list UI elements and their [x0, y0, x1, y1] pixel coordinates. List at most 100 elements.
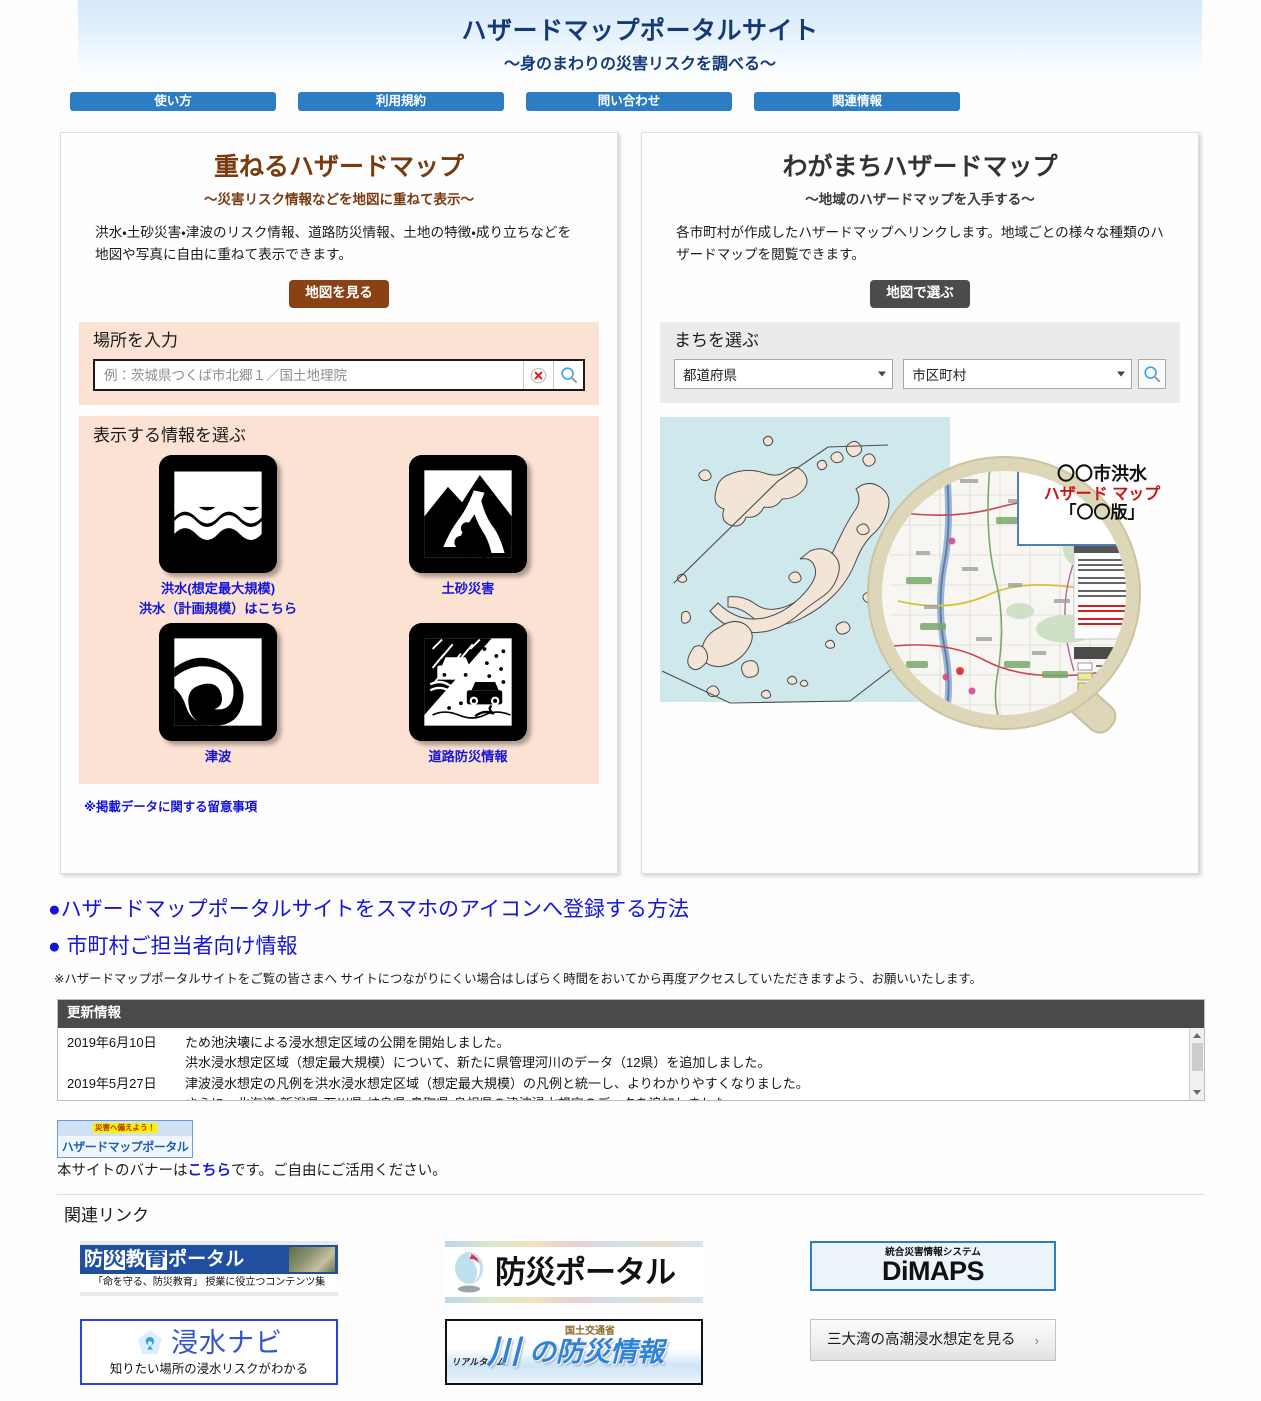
chevron-right-icon: › — [1034, 1332, 1039, 1348]
overlay-hazard-map-panel: 重ねるハザードマップ 〜災害リスク情報などを地図に重ねて表示〜 洪水・土砂災害・… — [60, 132, 618, 875]
location-search-input[interactable] — [95, 361, 523, 390]
news-text: ため池決壊による浸水想定区域の公開を開始しました。 — [185, 1034, 510, 1050]
news-date: 2019年6月10日 — [67, 1034, 157, 1050]
bousai-kyoiku-banner-main: 防 災 教 育 ポータル — [80, 1245, 338, 1275]
banner-caption-after: です。ご自由にご活用ください。 — [231, 1162, 447, 1179]
town-select-section: まちを選ぶ 都道府県 市区町村 — [660, 321, 1180, 404]
bousai-portal-main: 防災ポータル — [445, 1247, 703, 1298]
update-info-heading: 更新情報 — [58, 1000, 1204, 1028]
access-notice: ※ハザードマップポータルサイトをご覧の皆さまへ サイトにつながりにくい場合はしば… — [54, 972, 982, 987]
left-panel-description: 洪水・土砂災害・津波のリスク情報、道路防災情報、土地の特徴・成り立ちなどを地図や… — [95, 224, 572, 262]
update-info-body: 2019年6月10日 ため池決壊による浸水想定区域の公開を開始しました。 洪水浸水… — [58, 1027, 1204, 1100]
news-date: 2019年5月27日 — [67, 1075, 157, 1091]
nav-button-terms[interactable]: 利用規約 — [298, 92, 504, 112]
location-search-label: 場所を入力 — [93, 330, 178, 350]
bousai-kyoiku-banner: 防 災 教 育 ポータル 「命を守る、防災教育」 授業に役立つコンテンツ集 — [80, 1241, 338, 1296]
hazard-type-section: 表示する情報を選ぶ 洪水(想定最大規模) 洪水（計画規模）はこちら 土砂災害 津… — [79, 416, 599, 784]
main-navigation: 使い方 利用規約 問い合わせ 関連情報 — [70, 92, 1261, 112]
site-banner-area: 災害へ備えよう！ ハザードマップポータル 本サイトのバナーはこちらです。ご自由に… — [57, 1119, 1261, 1181]
bousai-portal-text: 防災ポータル — [495, 1254, 676, 1290]
map-card-line1: 〇〇市洪水 — [1057, 464, 1147, 485]
shinsui-navi-banner: 浸水ナビ 知りたい場所の浸水リスクがわかる — [80, 1319, 338, 1386]
link-smartphone-icon-howto[interactable]: ●ハザードマップポータルサイトをスマホのアイコンへ登録する方法 — [48, 894, 1261, 927]
bousai-portal-bottom-strip — [445, 1297, 703, 1304]
news-row: 2019年5月27日 津波浸水想定の凡例を洪水浸水想定区域（想定最大規模）の凡例と… — [67, 1074, 1182, 1095]
scroll-up-icon[interactable] — [1193, 1032, 1201, 1038]
page-subtitle: 〜身のまわりの災害リスクを調べる〜 — [503, 55, 776, 73]
my-town-hazard-map-panel: わがまちハザードマップ 〜地域のハザードマップを入手する〜 各市町村が作成したハ… — [641, 132, 1199, 875]
link-municipality-staff-info[interactable]: ● 市町村ご担当者向け情報 — [48, 931, 1261, 964]
scroll-down-icon[interactable] — [1193, 1089, 1201, 1095]
news-row: 2019年6月10日 ため池決壊による浸水想定区域の公開を開始しました。 — [67, 1033, 1182, 1054]
dimaps-banner: 統合災害情報システム DiMAPS — [810, 1241, 1056, 1292]
chevron-down-icon — [1116, 371, 1125, 377]
hazard-label-landslide[interactable]: 土砂災害 — [343, 579, 593, 599]
classroom-photo-icon — [289, 1247, 335, 1273]
hazard-label-road-disaster[interactable]: 道路防災情報 — [343, 747, 593, 767]
select-by-map-button[interactable]: 地図で選ぶ — [870, 279, 970, 308]
banner-top-strip: 災害へ備えよう！ — [58, 1120, 192, 1136]
bousai-portal-banner: 防災ポータル — [445, 1241, 703, 1304]
hazard-item-landslide: 土砂災害 — [343, 454, 593, 620]
tsunami-icon[interactable] — [159, 623, 277, 742]
sandaiwan-button[interactable]: 三大湾の高潮浸水想定を見る › — [810, 1319, 1056, 1362]
banner-link[interactable]: こちら — [188, 1163, 232, 1179]
location-search-wrap — [93, 359, 585, 392]
search-icon[interactable] — [553, 361, 583, 390]
hazard-label-tsunami[interactable]: 津波 — [93, 747, 343, 767]
kawa-river-char: 川 — [487, 1333, 520, 1371]
right-panel-subtitle: 〜地域のハザードマップを入手する〜 — [805, 191, 1035, 207]
bk-char-1: 防 — [84, 1249, 104, 1271]
hazard-label-flood[interactable]: 洪水(想定最大規模) — [93, 579, 343, 599]
location-search-section: 場所を入力 — [79, 321, 599, 406]
related-link-shinsui-navi[interactable]: 浸水ナビ 知りたい場所の浸水リスクがわかる — [80, 1319, 400, 1386]
nav-button-usage[interactable]: 使い方 — [70, 92, 276, 112]
panels-container: 重ねるハザードマップ 〜災害リスク情報などを地図に重ねて表示〜 洪水・土砂災害・… — [60, 132, 1261, 875]
shinsui-navi-row: 浸水ナビ — [135, 1328, 283, 1358]
road-disaster-icon[interactable] — [409, 623, 527, 742]
related-links-grid: 防 災 教 育 ポータル 「命を守る、防災教育」 授業に役立つコンテンツ集 防災… — [80, 1241, 1261, 1386]
prefecture-select[interactable]: 都道府県 — [674, 359, 894, 390]
landslide-icon[interactable] — [409, 454, 527, 573]
bousai-kyoiku-subtitle: 「命を守る、防災教育」 授業に役立つコンテンツ集 — [92, 1277, 326, 1289]
bk-char-2: 災 — [104, 1248, 126, 1270]
location-pin-icon — [138, 1330, 162, 1354]
banner-caption: 本サイトのバナーはこちらです。ご自由にご活用ください。 — [57, 1162, 1261, 1181]
related-link-sandaiwan-takashio[interactable]: 三大湾の高潮浸水想定を見る › — [810, 1319, 1100, 1385]
right-panel-button-row: 地図で選ぶ — [660, 279, 1180, 308]
scrollbar-thumb[interactable] — [1192, 1042, 1203, 1071]
map-card-line2: ハザード マップ — [1043, 485, 1161, 503]
flood-icon[interactable] — [159, 454, 277, 573]
right-panel-title: わがまちハザードマップ — [782, 153, 1058, 182]
kawa-ministry-text: 国土交通省 — [565, 1326, 615, 1338]
news-scrollbar[interactable] — [1189, 1027, 1204, 1100]
dimaps-title: DiMAPS — [881, 1256, 985, 1287]
nav-button-related-info[interactable]: 関連情報 — [754, 92, 960, 112]
hazard-type-label: 表示する情報を選ぶ — [93, 426, 246, 446]
hazard-item-road-disaster: 道路防災情報 — [343, 623, 593, 767]
japan-map-illustration: 〇〇市洪水 ハザード マップ 「〇〇版」 — [660, 415, 1180, 750]
city-select-value: 市区町村 — [912, 368, 967, 384]
related-link-bousai-portal[interactable]: 防災ポータル — [445, 1241, 765, 1304]
town-select-row: 都道府県 市区町村 — [674, 359, 1166, 390]
site-banner-image[interactable]: 災害へ備えよう！ ハザードマップポータル — [57, 1119, 193, 1158]
related-link-kawa-no-bousai-joho[interactable]: リアルタイム 川 国土交通省 の防災情報 — [445, 1319, 765, 1386]
search-icon[interactable] — [1137, 359, 1166, 390]
nav-button-contact[interactable]: 問い合わせ — [526, 92, 732, 112]
related-link-bousai-kyoiku-portal[interactable]: 防 災 教 育 ポータル 「命を守る、防災教育」 授業に役立つコンテンツ集 — [80, 1241, 400, 1303]
news-row: さらに、北海道・新潟県・石川県・岐阜県・鳥取県・島根県の津波浸水想定のデータを追… — [67, 1094, 1182, 1099]
news-text: 洪水浸水想定区域（想定最大規模）について、新たに県管理河川のデータ（12県）を追… — [185, 1055, 771, 1071]
clear-icon[interactable] — [523, 361, 553, 390]
site-header: ハザードマップポータルサイト 〜身のまわりの災害リスクを調べる〜 — [78, 0, 1202, 82]
view-map-button[interactable]: 地図を見る — [289, 279, 389, 308]
news-text: 津波浸水想定の凡例を洪水浸水想定区域（想定最大規模）の凡例と統一し、よりわかりや… — [185, 1075, 809, 1091]
page-title: ハザードマップポータルサイト — [461, 17, 819, 45]
hazard-sublabel-flood-plan[interactable]: 洪水（計画規模）はこちら — [93, 599, 343, 619]
bk-tail: ポータル — [168, 1249, 245, 1271]
kawa-main-text: の防災情報 — [529, 1337, 664, 1368]
related-link-dimaps[interactable]: 統合災害情報システム DiMAPS — [810, 1241, 1100, 1303]
related-links-title: 関連リンク — [64, 1206, 149, 1226]
city-select[interactable]: 市区町村 — [903, 359, 1132, 390]
data-notice-link[interactable]: ※掲載データに関する留意事項 — [84, 797, 257, 815]
map-card-line3: 「〇〇版」 — [1059, 502, 1145, 522]
